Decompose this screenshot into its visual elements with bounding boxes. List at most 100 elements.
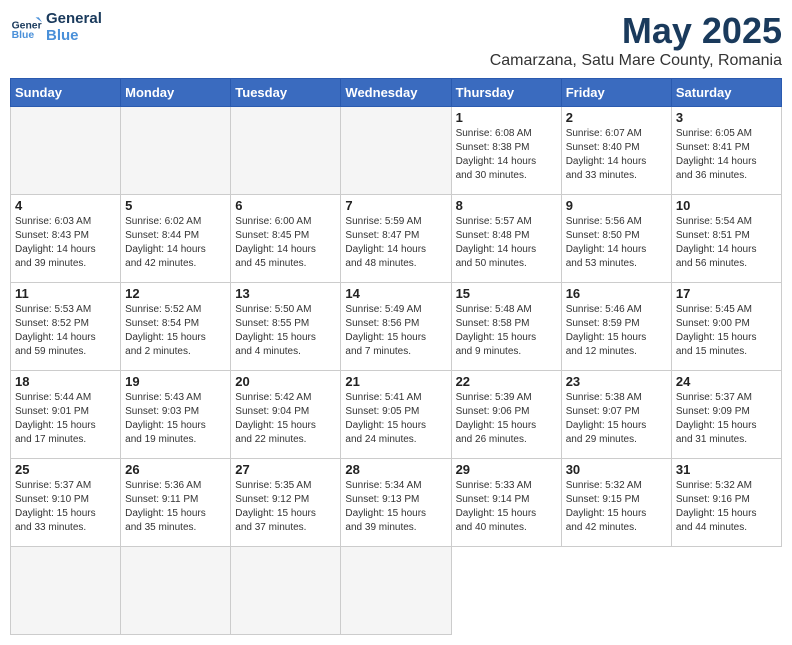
- empty-cell: [341, 547, 451, 635]
- empty-cell: [231, 107, 341, 195]
- day-number: 21: [345, 374, 446, 389]
- day-number: 19: [125, 374, 226, 389]
- day-info: Sunrise: 5:43 AM Sunset: 9:03 PM Dayligh…: [125, 391, 226, 447]
- day-cell-13: 13Sunrise: 5:50 AM Sunset: 8:55 PM Dayli…: [231, 283, 341, 371]
- day-info: Sunrise: 6:07 AM Sunset: 8:40 PM Dayligh…: [566, 127, 667, 183]
- day-info: Sunrise: 5:48 AM Sunset: 8:58 PM Dayligh…: [456, 303, 557, 359]
- day-cell-25: 25 Sunrise: 5:37 AM Sunset: 9:10 PM Dayli…: [11, 459, 121, 547]
- day-cell-1: 1Sunrise: 6:08 AM Sunset: 8:38 PM Daylig…: [451, 107, 561, 195]
- day-info: Sunrise: 5:46 AM Sunset: 8:59 PM Dayligh…: [566, 303, 667, 359]
- day-cell-26: 26 Sunrise: 5:36 AM Sunset: 9:11 PM Dayli…: [121, 459, 231, 547]
- day-number: 2: [566, 110, 667, 125]
- day-number: 14: [345, 286, 446, 301]
- day-cell-30: 30Sunrise: 5:32 AM Sunset: 9:15 PM Dayli…: [561, 459, 671, 547]
- day-cell-3: 3 Sunrise: 6:05 AM Sunset: 8:41 PM Daylig…: [671, 107, 781, 195]
- day-info: Sunrise: 6:03 AM Sunset: 8:43 PM Dayligh…: [15, 215, 116, 271]
- day-number: 15: [456, 286, 557, 301]
- day-cell-22: 22 Sunrise: 5:39 AM Sunset: 9:06 PM Dayli…: [451, 371, 561, 459]
- day-cell-9: 9Sunrise: 5:56 AM Sunset: 8:50 PM Daylig…: [561, 195, 671, 283]
- day-number: 18: [15, 374, 116, 389]
- day-info: Sunrise: 5:32 AM Sunset: 9:16 PM Dayligh…: [676, 479, 777, 535]
- weekday-header-friday: Friday: [561, 79, 671, 107]
- day-info: Sunrise: 5:53 AM Sunset: 8:52 PM Dayligh…: [15, 303, 116, 359]
- logo-general: General: [46, 10, 102, 27]
- empty-cell: [11, 107, 121, 195]
- day-number: 16: [566, 286, 667, 301]
- day-info: Sunrise: 5:42 AM Sunset: 9:04 PM Dayligh…: [235, 391, 336, 447]
- day-cell-2: 2 Sunrise: 6:07 AM Sunset: 8:40 PM Daylig…: [561, 107, 671, 195]
- weekday-header-tuesday: Tuesday: [231, 79, 341, 107]
- weekday-header-wednesday: Wednesday: [341, 79, 451, 107]
- day-cell-31: 31Sunrise: 5:32 AM Sunset: 9:16 PM Dayli…: [671, 459, 781, 547]
- day-number: 9: [566, 198, 667, 213]
- day-info: Sunrise: 5:59 AM Sunset: 8:47 PM Dayligh…: [345, 215, 446, 271]
- day-number: 17: [676, 286, 777, 301]
- weekday-header-sunday: Sunday: [11, 79, 121, 107]
- calendar-header-row: SundayMondayTuesdayWednesdayThursdayFrid…: [11, 79, 782, 107]
- logo-icon: General Blue: [10, 11, 42, 43]
- day-number: 11: [15, 286, 116, 301]
- day-cell-18: 18 Sunrise: 5:44 AM Sunset: 9:01 PM Dayli…: [11, 371, 121, 459]
- day-info: Sunrise: 5:34 AM Sunset: 9:13 PM Dayligh…: [345, 479, 446, 535]
- day-number: 12: [125, 286, 226, 301]
- day-cell-10: 10Sunrise: 5:54 AM Sunset: 8:51 PM Dayli…: [671, 195, 781, 283]
- calendar-row-4: 25 Sunrise: 5:37 AM Sunset: 9:10 PM Dayli…: [11, 459, 782, 547]
- day-info: Sunrise: 5:36 AM Sunset: 9:11 PM Dayligh…: [125, 479, 226, 535]
- empty-cell: [11, 547, 121, 635]
- day-cell-27: 27 Sunrise: 5:35 AM Sunset: 9:12 PM Dayli…: [231, 459, 341, 547]
- day-info: Sunrise: 5:49 AM Sunset: 8:56 PM Dayligh…: [345, 303, 446, 359]
- day-info: Sunrise: 6:02 AM Sunset: 8:44 PM Dayligh…: [125, 215, 226, 271]
- day-number: 3: [676, 110, 777, 125]
- day-number: 7: [345, 198, 446, 213]
- day-cell-21: 21 Sunrise: 5:41 AM Sunset: 9:05 PM Dayli…: [341, 371, 451, 459]
- day-cell-17: 17 Sunrise: 5:45 AM Sunset: 9:00 PM Dayli…: [671, 283, 781, 371]
- empty-cell: [341, 107, 451, 195]
- day-info: Sunrise: 6:00 AM Sunset: 8:45 PM Dayligh…: [235, 215, 336, 271]
- day-cell-23: 23Sunrise: 5:38 AM Sunset: 9:07 PM Dayli…: [561, 371, 671, 459]
- day-number: 5: [125, 198, 226, 213]
- day-number: 29: [456, 462, 557, 477]
- day-cell-15: 15 Sunrise: 5:48 AM Sunset: 8:58 PM Dayli…: [451, 283, 561, 371]
- day-info: Sunrise: 5:52 AM Sunset: 8:54 PM Dayligh…: [125, 303, 226, 359]
- day-number: 26: [125, 462, 226, 477]
- day-cell-11: 11 Sunrise: 5:53 AM Sunset: 8:52 PM Dayli…: [11, 283, 121, 371]
- day-info: Sunrise: 6:05 AM Sunset: 8:41 PM Dayligh…: [676, 127, 777, 183]
- calendar-row-5: [11, 547, 782, 635]
- day-cell-8: 8Sunrise: 5:57 AM Sunset: 8:48 PM Daylig…: [451, 195, 561, 283]
- day-cell-16: 16 Sunrise: 5:46 AM Sunset: 8:59 PM Dayli…: [561, 283, 671, 371]
- day-info: Sunrise: 5:38 AM Sunset: 9:07 PM Dayligh…: [566, 391, 667, 447]
- day-cell-29: 29 Sunrise: 5:33 AM Sunset: 9:14 PM Dayli…: [451, 459, 561, 547]
- day-number: 25: [15, 462, 116, 477]
- day-info: Sunrise: 5:35 AM Sunset: 9:12 PM Dayligh…: [235, 479, 336, 535]
- page-header: General Blue General Blue May 2025 Camar…: [10, 10, 782, 70]
- day-number: 24: [676, 374, 777, 389]
- calendar-row-3: 18 Sunrise: 5:44 AM Sunset: 9:01 PM Dayli…: [11, 371, 782, 459]
- day-info: Sunrise: 5:45 AM Sunset: 9:00 PM Dayligh…: [676, 303, 777, 359]
- day-info: Sunrise: 6:08 AM Sunset: 8:38 PM Dayligh…: [456, 127, 557, 183]
- svg-text:Blue: Blue: [12, 30, 35, 41]
- day-info: Sunrise: 5:44 AM Sunset: 9:01 PM Dayligh…: [15, 391, 116, 447]
- day-number: 8: [456, 198, 557, 213]
- day-cell-12: 12 Sunrise: 5:52 AM Sunset: 8:54 PM Dayli…: [121, 283, 231, 371]
- day-number: 13: [235, 286, 336, 301]
- logo-blue: Blue: [46, 27, 102, 44]
- day-cell-7: 7 Sunrise: 5:59 AM Sunset: 8:47 PM Daylig…: [341, 195, 451, 283]
- day-number: 20: [235, 374, 336, 389]
- calendar-row-2: 11 Sunrise: 5:53 AM Sunset: 8:52 PM Dayli…: [11, 283, 782, 371]
- weekday-header-thursday: Thursday: [451, 79, 561, 107]
- day-info: Sunrise: 5:32 AM Sunset: 9:15 PM Dayligh…: [566, 479, 667, 535]
- day-number: 27: [235, 462, 336, 477]
- logo: General Blue General Blue: [10, 10, 102, 44]
- day-info: Sunrise: 5:41 AM Sunset: 9:05 PM Dayligh…: [345, 391, 446, 447]
- calendar-row-0: 1Sunrise: 6:08 AM Sunset: 8:38 PM Daylig…: [11, 107, 782, 195]
- empty-cell: [121, 107, 231, 195]
- day-cell-20: 20 Sunrise: 5:42 AM Sunset: 9:04 PM Dayli…: [231, 371, 341, 459]
- day-info: Sunrise: 5:37 AM Sunset: 9:10 PM Dayligh…: [15, 479, 116, 535]
- month-title: May 2025: [490, 10, 782, 52]
- empty-cell: [231, 547, 341, 635]
- day-number: 6: [235, 198, 336, 213]
- day-number: 10: [676, 198, 777, 213]
- day-info: Sunrise: 5:33 AM Sunset: 9:14 PM Dayligh…: [456, 479, 557, 535]
- day-number: 22: [456, 374, 557, 389]
- day-info: Sunrise: 5:39 AM Sunset: 9:06 PM Dayligh…: [456, 391, 557, 447]
